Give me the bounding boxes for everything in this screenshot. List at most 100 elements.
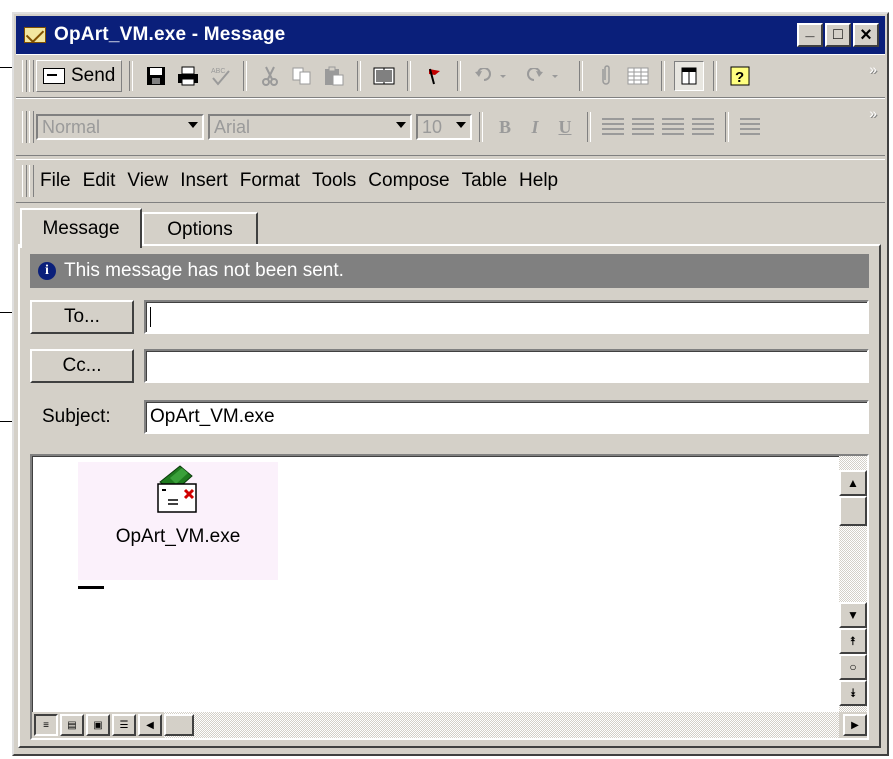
scroll-right-button[interactable]: ▶ [843, 714, 867, 736]
arrow-up-icon: ▲ [847, 476, 859, 490]
print-layout-icon[interactable]: ▣ [86, 714, 110, 736]
chevron-down-icon [396, 122, 406, 128]
chevron-down-icon [188, 122, 198, 128]
minimize-button[interactable]: _ [797, 22, 823, 47]
maximize-icon: □ [833, 26, 843, 43]
normal-view-icon[interactable]: ≡ [34, 714, 58, 736]
send-icon [43, 68, 65, 84]
to-button[interactable]: To... [30, 300, 134, 334]
attach-icon[interactable] [592, 62, 620, 90]
copy-icon[interactable] [288, 62, 316, 90]
help-icon[interactable]: ? [726, 62, 754, 90]
table-icon[interactable] [624, 62, 652, 90]
menu-help[interactable]: Help [519, 170, 558, 192]
next-page-button[interactable]: ⯯ [839, 680, 867, 706]
attachment-icon [148, 464, 208, 516]
font-size-value: 10 [422, 116, 443, 137]
menu-tools[interactable]: Tools [312, 170, 356, 192]
font-select[interactable]: Arial [208, 114, 412, 140]
message-body[interactable]: OpArt_VM.exe ▲ ▼ ⯭ ○ ⯯ ≡ ▤ ▣ ☰ ◀ ▶ [30, 454, 869, 740]
menu-format[interactable]: Format [240, 170, 300, 192]
cut-icon[interactable] [256, 62, 284, 90]
select-browse-object-button[interactable]: ○ [839, 654, 867, 680]
horizontal-scrollbar[interactable] [164, 712, 839, 738]
scroll-left-button[interactable]: ◀ [138, 714, 162, 736]
bold-button[interactable]: B [492, 114, 518, 140]
left-marker [0, 421, 12, 422]
style-value: Normal [42, 116, 101, 137]
web-layout-icon[interactable]: ▤ [60, 714, 84, 736]
subject-value: OpArt_VM.exe [150, 406, 275, 427]
address-book-icon[interactable] [370, 62, 398, 90]
svg-text:ABC: ABC [211, 68, 225, 75]
message-panel: i This message has not been sent. To... … [18, 244, 881, 748]
scroll-down-button[interactable]: ▼ [839, 602, 867, 628]
print-icon[interactable] [174, 62, 202, 90]
text-caret [78, 586, 104, 589]
menu-compose[interactable]: Compose [368, 170, 449, 192]
subject-label: Subject: [42, 406, 111, 427]
subject-field[interactable]: OpArt_VM.exe [144, 400, 869, 434]
menu-edit[interactable]: Edit [83, 170, 116, 192]
toolbar-grip[interactable] [22, 111, 27, 143]
text-caret [150, 307, 151, 327]
toolbar-grip[interactable] [22, 60, 27, 92]
circle-icon: ○ [849, 660, 857, 674]
message-window: OpArt_VM.exe - Message _ □ × Send ABC ? … [12, 12, 889, 756]
bullets-icon[interactable] [740, 118, 760, 136]
align-left-icon[interactable] [602, 118, 624, 136]
save-icon[interactable] [142, 62, 170, 90]
redo-icon[interactable] [522, 62, 570, 90]
to-field[interactable] [144, 300, 869, 334]
minimize-icon: _ [805, 22, 815, 39]
menu-bar: File Edit View Insert Format Tools Compo… [16, 159, 885, 203]
toolbar-grip[interactable] [29, 111, 34, 143]
close-button[interactable]: × [853, 23, 879, 47]
tab-options[interactable]: Options [142, 212, 258, 246]
font-size-select[interactable]: 10 [416, 114, 472, 140]
align-center-icon[interactable] [632, 118, 654, 136]
options-icon[interactable] [674, 61, 705, 91]
double-up-icon: ⯭ [849, 633, 857, 648]
cc-button[interactable]: Cc... [30, 349, 134, 383]
previous-page-button[interactable]: ⯭ [839, 628, 867, 654]
toolbar-grip[interactable] [29, 165, 34, 197]
flag-icon[interactable] [420, 62, 448, 90]
paste-icon[interactable] [320, 62, 348, 90]
toolbar-grip[interactable] [22, 165, 27, 197]
style-select[interactable]: Normal [36, 114, 204, 140]
svg-text:?: ? [735, 69, 744, 86]
maximize-button[interactable]: □ [825, 23, 851, 47]
attachment[interactable]: OpArt_VM.exe [78, 462, 278, 580]
menu-insert[interactable]: Insert [180, 170, 228, 192]
send-button[interactable]: Send [36, 60, 123, 92]
toolbar-overflow-icon[interactable]: » [869, 61, 877, 77]
formatting-toolbar: Normal Arial 10 B I U » [16, 98, 885, 156]
window-title: OpArt_VM.exe - Message [54, 24, 286, 45]
outline-view-icon[interactable]: ☰ [112, 714, 136, 736]
toolbar-grip[interactable] [29, 60, 34, 92]
scroll-thumb[interactable] [839, 496, 867, 526]
tab-strip: Message Options [16, 202, 885, 248]
vertical-scrollbar[interactable]: ▲ ▼ ⯭ ○ ⯯ [839, 456, 867, 712]
cc-field[interactable] [144, 349, 869, 383]
title-bar: OpArt_VM.exe - Message _ □ × [16, 16, 885, 54]
tab-message[interactable]: Message [20, 208, 142, 248]
arrow-down-icon: ▼ [847, 608, 859, 622]
spellcheck-icon[interactable]: ABC [206, 62, 234, 90]
scroll-thumb[interactable] [164, 714, 194, 736]
scroll-up-button[interactable]: ▲ [839, 470, 867, 496]
send-label: Send [71, 65, 116, 86]
menu-view[interactable]: View [127, 170, 168, 192]
justify-icon[interactable] [692, 118, 714, 136]
underline-button[interactable]: U [552, 114, 578, 140]
menu-file[interactable]: File [40, 170, 71, 192]
align-right-icon[interactable] [662, 118, 684, 136]
undo-icon[interactable] [470, 62, 518, 90]
chevron-down-icon [456, 122, 466, 128]
menu-table[interactable]: Table [462, 170, 507, 192]
toolbar-overflow-icon[interactable]: » [869, 105, 877, 121]
envelope-icon [24, 27, 46, 43]
italic-button[interactable]: I [522, 114, 548, 140]
double-down-icon: ⯯ [849, 685, 857, 700]
